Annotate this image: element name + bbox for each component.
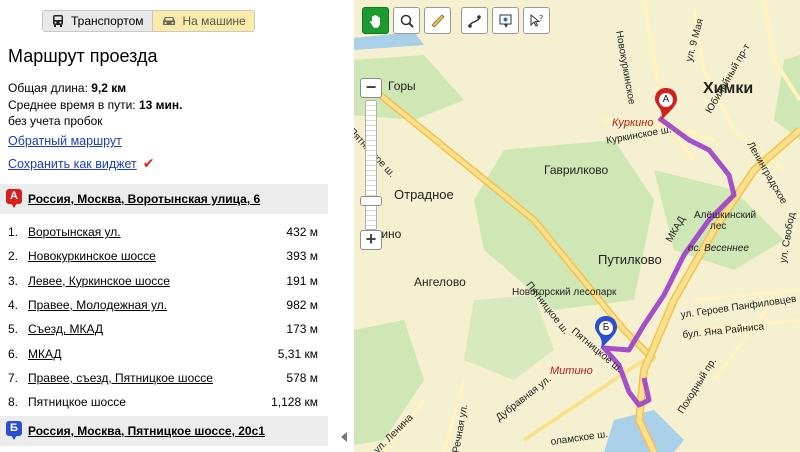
map-label: Ангелово (414, 275, 466, 289)
route-step-distance: 393 м (286, 249, 318, 264)
magnifier-icon (400, 14, 414, 28)
map-label: Гаврилково (544, 163, 609, 177)
route-step: 8. Пятницкое шоссе 1,128 км (8, 395, 318, 410)
route-step: 2. Новокуркинское шоссе 393 м (8, 249, 318, 264)
route-step: 5. Съезд, МКАД 173 м (8, 322, 318, 337)
hand-icon (369, 14, 380, 28)
save-widget-row: Сохранить как виджет ✔ (8, 155, 155, 172)
route-step-distance: 1,128 км (271, 395, 318, 410)
route-icon (467, 14, 481, 28)
route-step-distance: 982 м (286, 298, 318, 313)
traffic-note: без учета пробок (8, 114, 103, 128)
reverse-route-link[interactable]: Обратный маршрут (8, 134, 122, 148)
map-label: лес (710, 221, 727, 232)
svg-text:?: ? (539, 14, 543, 23)
zoom-slider-thumb[interactable] (360, 196, 382, 206)
route-step-link[interactable]: Левее, Куркинское шоссе (28, 274, 170, 288)
end-map-marker-label: Б (599, 321, 613, 335)
route-steps-list: 1. Воротынская ул. 432 м 2. Новокуркинск… (0, 220, 328, 414)
map-marker-edit-icon (499, 14, 511, 28)
zoom-slider-track[interactable] (365, 100, 377, 230)
add-object-tool-button[interactable] (492, 7, 519, 34)
map-label: Куркино (612, 117, 654, 129)
help-tool-button[interactable]: ? (523, 7, 550, 34)
map-label: Алёшкинский (694, 210, 757, 221)
car-mode-button[interactable]: На машине (152, 11, 254, 31)
route-step-distance: 578 м (286, 370, 318, 385)
start-map-marker[interactable]: А (654, 88, 680, 122)
save-as-widget-link[interactable]: Сохранить как виджет (8, 157, 137, 171)
start-marker-icon: А (6, 189, 22, 209)
hand-tool-button[interactable] (362, 7, 389, 34)
route-step-link[interactable]: Съезд, МКАД (28, 322, 103, 336)
map-label: Отрадное (394, 187, 454, 202)
magnifier-tool-button[interactable] (393, 7, 420, 34)
map-toolbar: ? (362, 7, 550, 34)
start-point-row: А Россия, Москва, Воротынская улица, 6 (0, 184, 328, 214)
zoom-out-button[interactable]: − (360, 78, 382, 98)
map-label: ос. Весеннее (688, 243, 749, 254)
collapse-panel-arrow-icon[interactable] (341, 432, 347, 442)
route-step: 1. Воротынская ул. 432 м (8, 225, 318, 240)
route-summary: Общая длина: 9,2 км Среднее время в пути… (8, 80, 182, 130)
route-step-link[interactable]: Воротынская ул. (28, 225, 121, 239)
route-step-link[interactable]: Правее, Молодежная ул. (28, 298, 167, 312)
time-value: 13 мин. (138, 97, 183, 112)
end-map-marker[interactable]: Б (594, 316, 620, 350)
map-label: Митино (550, 365, 593, 377)
route-step-distance: 191 м (286, 273, 318, 288)
start-map-marker-label: А (659, 93, 673, 107)
travel-mode-switch: Транспортом На машине (42, 10, 255, 32)
end-marker-icon: Б (6, 421, 22, 441)
route-step-link[interactable]: МКАД (28, 347, 62, 361)
route-step: 6. МКАД 5,31 км (8, 346, 318, 361)
car-mode-label: На машине (182, 14, 246, 28)
start-address-link[interactable]: Россия, Москва, Воротынская улица, 6 (28, 192, 260, 206)
route-title: Маршрут проезда (8, 46, 158, 66)
route-step-distance: 5,31 км (277, 346, 318, 361)
route-step-name: Пятницкое шоссе (28, 395, 126, 410)
route-panel: Транспортом На машине Маршрут проезда Об… (0, 0, 336, 452)
checkmark-icon: ✔ (142, 155, 155, 171)
transport-mode-label: Транспортом (71, 14, 144, 28)
zoom-in-button[interactable]: + (360, 230, 382, 250)
zoom-control: − + (360, 78, 384, 254)
length-label: Общая длина: (8, 81, 88, 95)
map-label: Горы (388, 79, 416, 93)
map-view[interactable]: Химки Куркино Горы Гаврилково Отрадное П… (354, 0, 800, 452)
panel-splitter[interactable] (336, 0, 354, 452)
route-step: 3. Левее, Куркинское шоссе 191 м (8, 273, 318, 288)
route-tool-button[interactable] (461, 7, 488, 34)
end-address-link[interactable]: Россия, Москва, Пятницкое шоссе, 20с1 (28, 424, 265, 438)
ruler-tool-button[interactable] (424, 7, 451, 34)
transport-mode-button[interactable]: Транспортом (43, 11, 153, 31)
car-icon (162, 17, 175, 25)
route-step-link[interactable]: Правее, съезд, Пятницкое шоссе (28, 371, 213, 385)
route-step-link[interactable]: Новокуркинское шоссе (28, 249, 156, 263)
bus-icon (53, 15, 63, 27)
ruler-icon (430, 13, 445, 28)
help-cursor-icon: ? (530, 13, 543, 27)
map-label: Путилково (598, 252, 662, 267)
route-step: 4. Правее, Молодежная ул. 982 м (8, 298, 318, 313)
route-step-distance: 173 м (286, 322, 318, 337)
end-point-row: Б Россия, Москва, Пятницкое шоссе, 20с1 (0, 416, 328, 446)
route-step: 7. Правее, съезд, Пятницкое шоссе 578 м (8, 370, 318, 385)
time-label: Среднее время в пути: (8, 97, 136, 112)
route-step-distance: 432 м (286, 225, 318, 240)
length-value: 9,2 км (91, 81, 127, 95)
